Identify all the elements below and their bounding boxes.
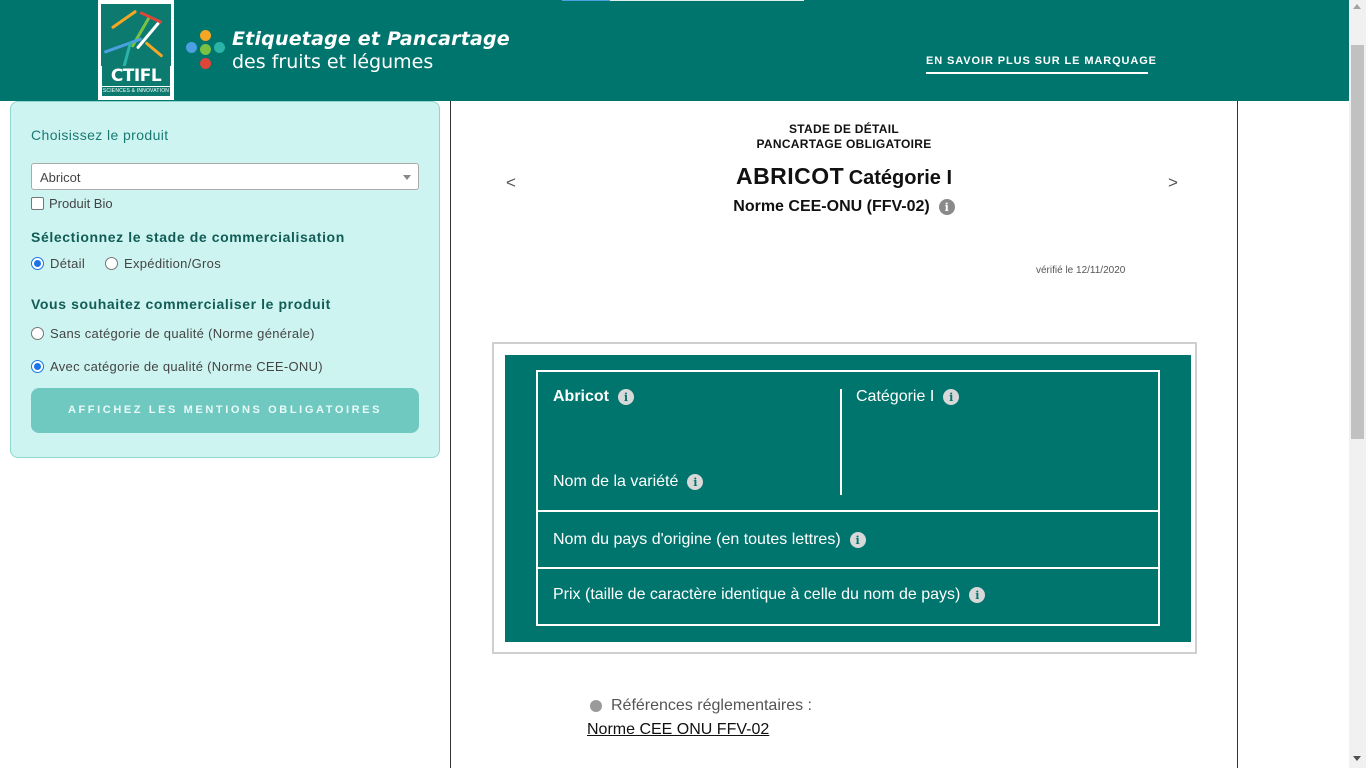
site-header: CTIFL SCIENCES & INNOVATION Etiquetage e… [0, 0, 1349, 101]
choose-product-label: Choisissez le produit [31, 127, 169, 143]
logo-text: CTIFL [102, 66, 170, 86]
label-product-text: Abricot [553, 388, 609, 405]
dot-blue [186, 42, 197, 53]
result-panel: STADE DE DÉTAIL PANCARTAGE OBLIGATOIRE <… [450, 101, 1238, 768]
label-row-origin: Nom du pays d'origine (en toutes lettres… [538, 514, 1158, 569]
bio-checkbox[interactable] [31, 196, 44, 210]
info-icon[interactable]: i [618, 389, 634, 405]
info-icon[interactable]: i [687, 474, 704, 490]
label-background: Abricot i Catégorie I i Nom de la variét… [505, 355, 1191, 642]
radio-option-detail[interactable]: Détail [31, 255, 85, 271]
label-row-price: Prix (taille de caractère identique à ce… [538, 571, 1158, 624]
info-icon[interactable]: i [943, 389, 960, 405]
page: CTIFL SCIENCES & INNOVATION Etiquetage e… [0, 0, 1366, 768]
label-variety-text: Nom de la variété [553, 473, 679, 490]
product-form-panel: Choisissez le produit Abricot Produit Bi… [10, 101, 440, 458]
label-product: Abricot i [553, 388, 634, 406]
logo-subtext: SCIENCES & INNOVATION [102, 87, 170, 96]
label-category-text: Catégorie I [856, 388, 935, 405]
bullet-icon [590, 700, 602, 712]
product-select[interactable]: Abricot [31, 163, 419, 190]
references-label: Références réglementaires : [611, 697, 812, 714]
radio-label-cee-onu: Avec catégorie de qualité (Norme CEE-ONU… [50, 358, 323, 374]
category-title: Catégorie I [848, 167, 953, 189]
next-button[interactable]: > [1168, 173, 1178, 193]
product-title: ABRICOT [735, 163, 845, 189]
brand-dots-icon [186, 30, 226, 70]
norm-title: Norme CEE-ONU (FFV-02) [733, 198, 930, 215]
radio-cee-onu[interactable] [31, 359, 44, 373]
product-heading: ABRICOT Catégorie I [451, 163, 1237, 190]
info-icon[interactable]: i [969, 587, 986, 603]
dot-teal [214, 42, 225, 53]
radio-label-general-norm: Sans catégorie de qualité (Norme général… [50, 325, 315, 341]
brand-title: Etiquetage et Pancartage [232, 28, 510, 50]
logo-artwork [101, 4, 171, 66]
marking-info-link[interactable]: EN SAVOIR PLUS SUR LE MARQUAGE [926, 55, 1156, 74]
chevron-down-icon [403, 175, 411, 180]
stage-line2: PANCARTAGE OBLIGATOIRE [756, 137, 932, 151]
label-row-product: Abricot i Catégorie I i Nom de la variét… [538, 372, 1158, 512]
label-card: Abricot i Catégorie I i Nom de la variét… [536, 370, 1160, 626]
dot-red [200, 58, 211, 69]
label-category: Catégorie I i [856, 388, 960, 406]
ctifl-logo[interactable]: CTIFL SCIENCES & INNOVATION [98, 0, 174, 100]
radio-option-general-norm[interactable]: Sans catégorie de qualité (Norme général… [31, 325, 315, 341]
dot-orange [200, 30, 211, 41]
references-heading: Références réglementaires : [590, 697, 812, 715]
loading-bar [562, 0, 804, 1]
loading-bar-segment [562, 0, 610, 1]
stage-heading: Sélectionnez le stade de commercialisati… [31, 229, 345, 245]
norm-heading: Norme CEE-ONU (FFV-02) i [451, 198, 1237, 216]
radio-option-expedition[interactable]: Expédition/Gros [105, 255, 221, 271]
radio-general-norm[interactable] [31, 326, 44, 340]
stage-line1: STADE DE DÉTAIL [788, 122, 900, 136]
label-origin-text: Nom du pays d'origine (en toutes lettres… [553, 531, 841, 548]
info-icon[interactable]: i [849, 532, 866, 548]
product-select-value: Abricot [40, 170, 81, 185]
page-scrollbar[interactable] [1349, 0, 1366, 768]
bio-option[interactable]: Produit Bio [31, 195, 113, 211]
radio-label-detail: Détail [50, 255, 86, 271]
dot-green [200, 44, 211, 55]
verified-date: vérifié le 12/11/2020 [1036, 265, 1126, 276]
info-icon[interactable]: i [938, 199, 955, 215]
label-divider [840, 389, 842, 495]
label-origin: Nom du pays d'origine (en toutes lettres… [553, 531, 866, 549]
radio-expedition[interactable] [105, 256, 118, 270]
reference-link[interactable]: Norme CEE ONU FFV-02 [587, 721, 769, 739]
scroll-down-arrow-icon[interactable] [1353, 756, 1361, 761]
label-price-text: Prix (taille de caractère identique à ce… [553, 586, 961, 603]
bio-label: Produit Bio [49, 195, 113, 211]
radio-option-cee-onu[interactable]: Avec catégorie de qualité (Norme CEE-ONU… [31, 358, 323, 374]
label-variety: Nom de la variété i [553, 473, 704, 491]
radio-detail[interactable] [31, 256, 44, 270]
scroll-up-arrow-icon[interactable] [1353, 4, 1361, 9]
market-heading: Vous souhaitez commercialiser le produit [31, 296, 331, 312]
brand-subtitle: des fruits et légumes [232, 51, 434, 73]
label-price: Prix (taille de caractère identique à ce… [553, 586, 986, 604]
radio-label-expedition: Expédition/Gros [124, 255, 221, 271]
show-mentions-button[interactable]: AFFICHEZ LES MENTIONS OBLIGATOIRES [31, 388, 419, 433]
scrollbar-thumb[interactable] [1351, 45, 1364, 439]
label-preview: Abricot i Catégorie I i Nom de la variét… [492, 342, 1197, 654]
